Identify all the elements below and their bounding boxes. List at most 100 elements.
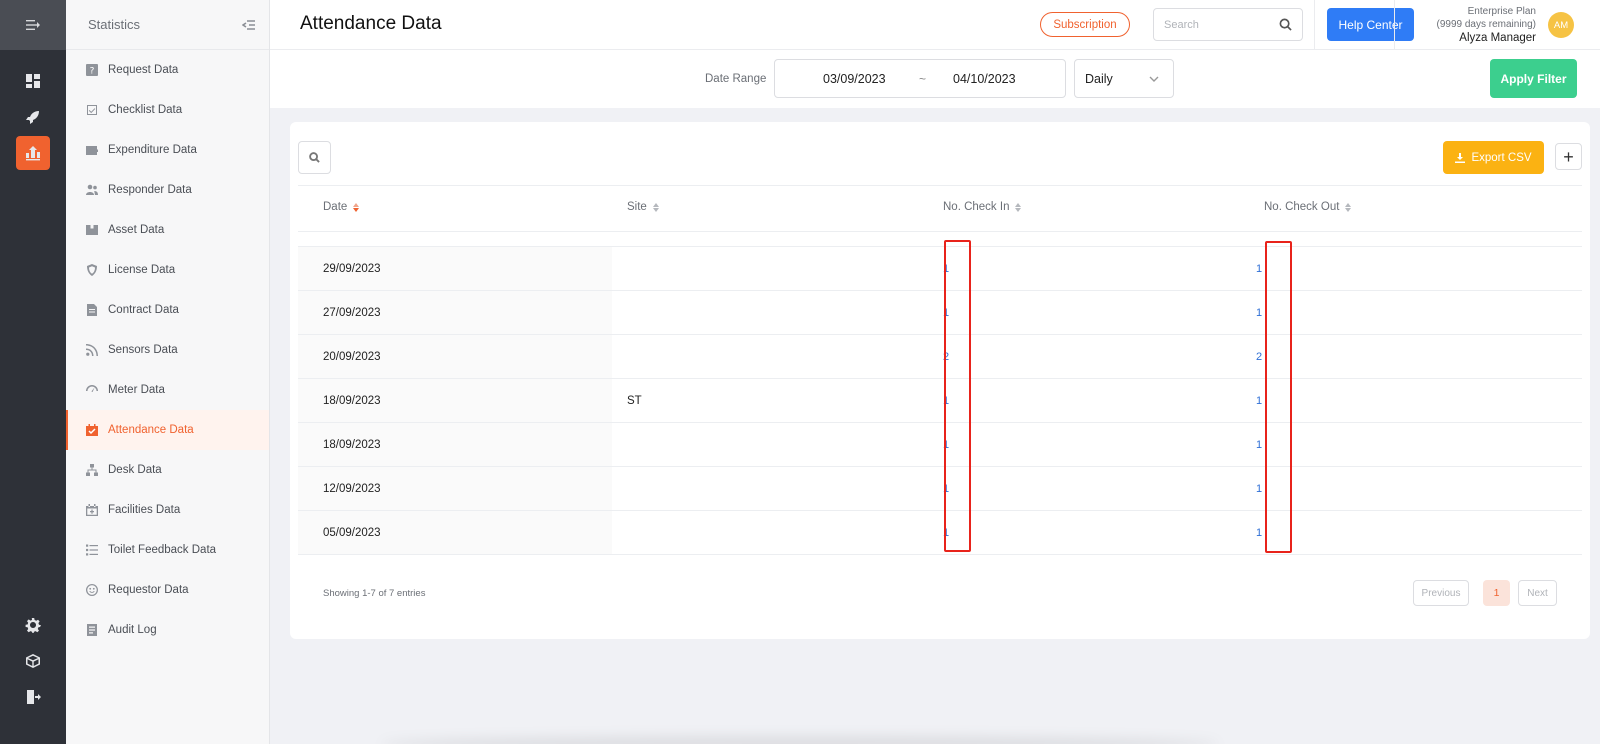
sidebar-item-label: Responder Data [108, 184, 192, 196]
sidebar-item-asset-data[interactable]: Asset Data [66, 210, 269, 250]
header-divider [1314, 0, 1315, 50]
check-out-link[interactable]: 1 [1256, 307, 1262, 319]
end-date-input[interactable]: 04/10/2023 [953, 72, 1016, 86]
sort-icon[interactable] [1015, 202, 1022, 212]
sort-icon[interactable] [652, 202, 659, 212]
user-name[interactable]: Alyza Manager [1406, 32, 1536, 45]
search-icon[interactable] [1279, 18, 1292, 31]
logout-nav-button[interactable] [16, 680, 50, 714]
table-row: 29/09/2023 1 1 [298, 247, 1582, 291]
period-value: Daily [1085, 71, 1113, 86]
rocket-nav-button[interactable] [16, 100, 50, 134]
start-date-input[interactable]: 03/09/2023 [823, 72, 886, 86]
sidebar-item-label: Checklist Data [108, 104, 183, 116]
menu-toggle-button[interactable] [0, 0, 66, 50]
plan-info: Enterprise Plan (9999 days remaining) Al… [1406, 5, 1537, 45]
sort-icon[interactable] [353, 202, 360, 212]
users-icon [86, 184, 98, 196]
sitemap-icon [86, 464, 98, 476]
table-row: 05/09/2023 1 1 [298, 511, 1582, 555]
settings-nav-button[interactable] [16, 608, 50, 642]
check-out-link[interactable]: 1 [1256, 439, 1262, 451]
filter-bar: Date Range 03/09/2023 ~ 04/10/2023 Daily… [270, 50, 1600, 108]
log-icon [86, 624, 98, 636]
sidebar-item-meter-data[interactable]: Meter Data [66, 370, 269, 410]
sidebar-item-responder-data[interactable]: Responder Data [66, 170, 269, 210]
check-out-link[interactable]: 1 [1256, 483, 1262, 495]
check-out-link[interactable]: 1 [1256, 527, 1262, 539]
sidebar-item-label: Requestor Data [108, 584, 189, 596]
sidebar-item-label: Request Data [108, 64, 179, 76]
sidebar-item-label: Expenditure Data [108, 144, 197, 156]
entries-info: Showing 1-7 of 7 entries [323, 588, 426, 599]
sidebar-item-desk-data[interactable]: Desk Data [66, 450, 269, 490]
dashboard-nav-button[interactable] [16, 64, 50, 98]
sidebar-item-toilet-feedback-data[interactable]: Toilet Feedback Data [66, 530, 269, 570]
date-cell: 29/09/2023 [323, 263, 381, 275]
column-header-check-in[interactable]: No. Check In [943, 201, 1022, 213]
sort-icon[interactable] [1345, 202, 1352, 212]
column-header-check-out[interactable]: No. Check Out [1264, 201, 1352, 213]
sidebar-item-checklist-data[interactable]: Checklist Data [66, 90, 269, 130]
checklist-icon [86, 104, 98, 116]
current-page-button[interactable]: 1 [1483, 580, 1510, 606]
table-row: 12/09/2023 1 1 [298, 467, 1582, 511]
period-select[interactable]: Daily [1074, 59, 1174, 98]
avatar[interactable]: AM [1548, 12, 1574, 38]
subscription-button[interactable]: Subscription [1040, 12, 1130, 37]
add-column-button[interactable]: + [1555, 143, 1582, 170]
sidebar-item-facilities-data[interactable]: Facilities Data [66, 490, 269, 530]
sidebar-item-license-data[interactable]: License Data [66, 250, 269, 290]
package-nav-button[interactable] [16, 644, 50, 678]
check-out-link[interactable]: 2 [1256, 351, 1262, 363]
export-csv-label: Export CSV [1471, 151, 1532, 164]
export-csv-button[interactable]: Export CSV [1443, 141, 1544, 174]
column-header-date[interactable]: Date [323, 201, 360, 213]
date-cell: 18/09/2023 [323, 439, 381, 451]
date-range-picker[interactable]: 03/09/2023 ~ 04/10/2023 [774, 59, 1066, 98]
rss-icon [86, 344, 98, 356]
table-row: 20/09/2023 2 2 [298, 335, 1582, 379]
rocket-icon [26, 111, 39, 124]
statistics-sidebar: Statistics ? Request Data Checklist Data Ex… [66, 0, 270, 744]
check-out-link[interactable]: 1 [1256, 263, 1262, 275]
date-range-separator: ~ [919, 72, 927, 86]
bottom-shadow [380, 736, 1220, 744]
site-cell: ST [627, 395, 642, 407]
box-icon [86, 224, 98, 236]
help-center-button[interactable]: Help Center [1327, 8, 1414, 41]
date-cell: 12/09/2023 [323, 483, 381, 495]
search-input[interactable] [1164, 18, 1279, 31]
collapse-sidebar-icon[interactable] [237, 13, 261, 37]
column-header-label: Site [627, 201, 647, 213]
table-row: 18/09/2023 ST 1 1 [298, 379, 1582, 423]
table-body: 29/09/2023 1 1 27/09/2023 1 1 20/09/2023 2 2 18/0… [298, 246, 1582, 555]
wallet-icon [86, 144, 98, 156]
gauge-icon [86, 384, 98, 396]
table-row: 27/09/2023 1 1 [298, 291, 1582, 335]
sidebar-item-audit-log[interactable]: Audit Log [66, 610, 269, 650]
sidebar-item-expenditure-data[interactable]: Expenditure Data [66, 130, 269, 170]
sidebar-item-label: Contract Data [108, 304, 179, 316]
header-search [1153, 8, 1303, 41]
check-out-link[interactable]: 1 [1256, 395, 1262, 407]
svg-text:?: ? [90, 67, 95, 77]
top-header: Attendance Data Subscription Help Center… [270, 0, 1600, 50]
sidebar-item-contract-data[interactable]: Contract Data [66, 290, 269, 330]
date-range-label: Date Range [705, 73, 767, 85]
sidebar-item-label: License Data [108, 264, 176, 276]
sidebar-item-requestor-data[interactable]: Requestor Data [66, 570, 269, 610]
logout-icon [27, 690, 41, 704]
apply-filter-button[interactable]: Apply Filter [1490, 59, 1577, 98]
sidebar-item-request-data[interactable]: ? Request Data [66, 50, 269, 90]
table-search-button[interactable] [298, 141, 331, 174]
check-in-highlight-box [944, 240, 971, 552]
previous-page-button[interactable]: Previous [1413, 580, 1469, 606]
next-page-button[interactable]: Next [1518, 580, 1557, 606]
check-out-highlight-box [1265, 241, 1292, 553]
header-divider [1394, 0, 1395, 50]
column-header-site[interactable]: Site [627, 201, 659, 213]
sidebar-item-sensors-data[interactable]: Sensors Data [66, 330, 269, 370]
sidebar-item-attendance-data[interactable]: Attendance Data [66, 410, 269, 450]
statistics-nav-button[interactable] [16, 136, 50, 170]
